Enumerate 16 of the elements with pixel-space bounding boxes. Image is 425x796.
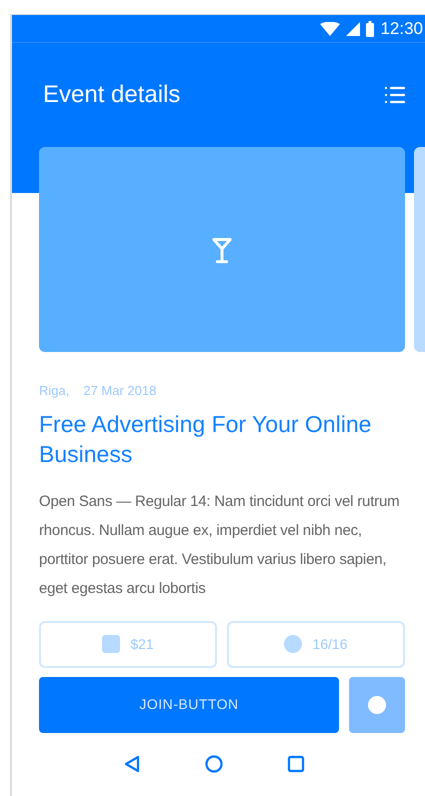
event-title: Free Advertising For Your Online Business — [39, 410, 372, 468]
chip-label: 16/16 — [312, 634, 348, 654]
signal-icon — [346, 22, 360, 36]
event-date: 27 Mar 2018 — [83, 382, 156, 400]
screen-title: Event details — [43, 80, 180, 110]
battery-icon — [366, 20, 374, 36]
wifi-icon — [320, 22, 340, 36]
event-city: Riga, — [39, 382, 70, 400]
home-icon[interactable] — [204, 754, 222, 772]
status-time: 12:30 — [380, 18, 423, 40]
join-button[interactable]: JOIN-BUTTON — [39, 676, 339, 732]
chip-label: $21 — [130, 634, 154, 654]
back-icon[interactable] — [122, 754, 140, 772]
square-icon — [102, 635, 120, 653]
recents-icon[interactable] — [286, 754, 304, 772]
event-description: Open Sans — Regular 14: Nam tincidunt orci vel rutrum rhoncus. Nullam augue ex, imperdiet vel nibh nec, porttitor posuere erat. Vestibulum varius libero sapien, eget egestas arcu lobortis — [39, 492, 400, 598]
